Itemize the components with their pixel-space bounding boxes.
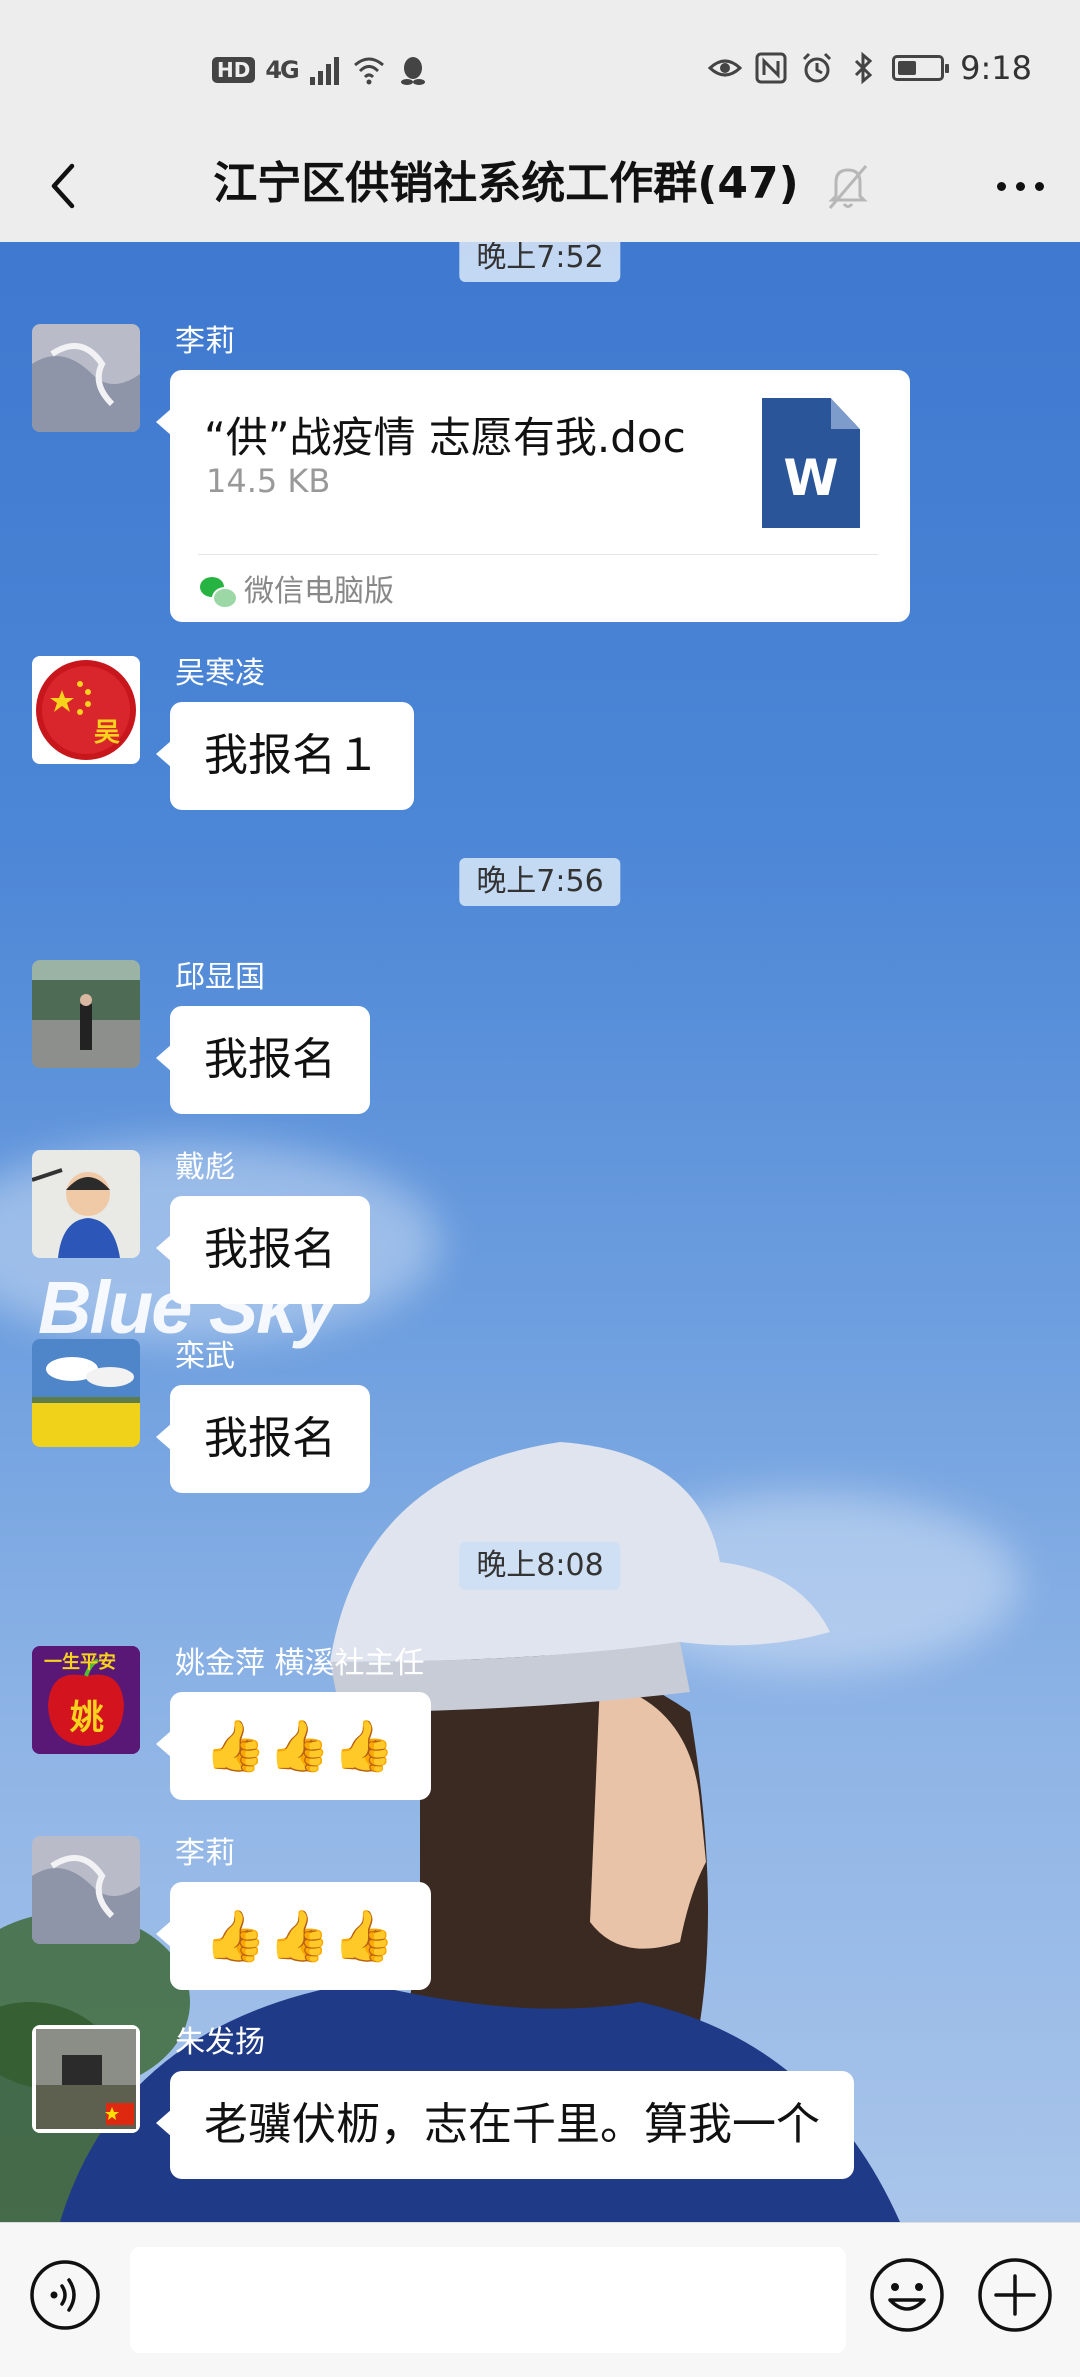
dot-icon bbox=[1015, 181, 1025, 191]
sender-name: 吴寒凌 bbox=[175, 656, 265, 691]
add-more-icon[interactable] bbox=[976, 2256, 1054, 2334]
dot-icon bbox=[1034, 181, 1044, 191]
timestamp: 晚上8:08 bbox=[459, 1542, 621, 1590]
chat-title-wrap: 江宁区供销社系统工作群(47) bbox=[0, 146, 1080, 222]
wechat-icon bbox=[200, 577, 238, 609]
message-input-bar bbox=[0, 2222, 1080, 2377]
status-time: 9:18 bbox=[960, 49, 1032, 87]
timestamp: 晚上7:56 bbox=[459, 858, 621, 906]
dot-icon bbox=[996, 181, 1006, 191]
wifi-icon bbox=[353, 57, 384, 85]
file-size: 14.5 KB bbox=[206, 462, 331, 500]
nfc-icon bbox=[755, 52, 787, 84]
word-document-icon: W bbox=[762, 398, 860, 528]
file-message-card[interactable]: “供”战疫情 志愿有我.doc 14.5 KB W 微信电脑版 bbox=[156, 370, 910, 622]
sender-name: 邱显国 bbox=[175, 960, 265, 995]
status-bar: HD 4G 9:18 bbox=[0, 0, 1080, 130]
alarm-icon bbox=[803, 52, 832, 83]
text-bubble[interactable]: 我报名 bbox=[156, 1385, 370, 1493]
bluetooth-icon bbox=[855, 51, 873, 85]
avatar[interactable] bbox=[32, 1836, 140, 1944]
eye-icon bbox=[708, 59, 743, 77]
timestamp: 晚上7:52 bbox=[459, 242, 621, 282]
text-bubble[interactable]: 我报名１ bbox=[156, 702, 414, 810]
muted-bell-icon bbox=[828, 165, 868, 209]
avatar[interactable] bbox=[32, 2025, 140, 2133]
avatar-text: 一生平安 bbox=[44, 1652, 116, 1673]
text-bubble[interactable]: 我报名 bbox=[156, 1006, 370, 1114]
chat-area[interactable]: Blue Sky 晚上7:52 李莉 “供”战疫情 志愿有我.doc 14.5 … bbox=[0, 242, 1080, 2222]
network-type: 4G bbox=[265, 56, 299, 84]
sender-name: 戴彪 bbox=[175, 1150, 235, 1185]
more-options-button[interactable] bbox=[984, 150, 1056, 222]
message-input[interactable] bbox=[130, 2247, 846, 2353]
file-source: 微信电脑版 bbox=[200, 570, 394, 614]
chat-header: 江宁区供销社系统工作群(47) bbox=[0, 130, 1080, 243]
flag-badge-icon bbox=[36, 660, 136, 760]
status-left: HD 4G bbox=[212, 50, 430, 90]
sender-name: 姚金萍 横溪社主任 bbox=[175, 1646, 425, 1681]
qq-icon bbox=[400, 57, 425, 85]
avatar[interactable] bbox=[32, 324, 140, 432]
emoji-icon[interactable] bbox=[868, 2256, 946, 2334]
voice-input-icon[interactable] bbox=[28, 2258, 102, 2332]
avatar[interactable] bbox=[32, 1339, 140, 1447]
text-bubble[interactable]: 老骥伏枥，志在千里。算我一个 bbox=[156, 2071, 854, 2179]
text-bubble[interactable]: 我报名 bbox=[156, 1196, 370, 1304]
file-source-label: 微信电脑版 bbox=[244, 574, 394, 609]
sender-name: 李莉 bbox=[175, 324, 235, 359]
chat-title: 江宁区供销社系统工作群(47) bbox=[213, 158, 799, 209]
avatar-char: 姚 bbox=[70, 1698, 104, 1738]
battery-level bbox=[898, 61, 917, 75]
avatar[interactable]: 一生平安 姚 bbox=[32, 1646, 140, 1754]
avatar[interactable] bbox=[32, 1150, 140, 1258]
sender-name: 朱发扬 bbox=[175, 2025, 265, 2060]
text-bubble[interactable]: 👍👍👍 bbox=[156, 1692, 431, 1800]
hd-badge: HD bbox=[212, 57, 256, 83]
text-bubble[interactable]: 👍👍👍 bbox=[156, 1882, 431, 1990]
file-name: “供”战疫情 志愿有我.doc bbox=[204, 413, 686, 462]
sender-name: 李莉 bbox=[175, 1836, 235, 1871]
sender-name: 栾武 bbox=[175, 1339, 235, 1374]
avatar[interactable]: 吴 bbox=[32, 656, 140, 764]
status-right: 9:18 bbox=[708, 48, 1032, 88]
divider bbox=[198, 554, 878, 555]
battery-icon bbox=[892, 55, 950, 81]
avatar-text: 吴 bbox=[94, 718, 121, 748]
avatar[interactable] bbox=[32, 960, 140, 1068]
signal-icon bbox=[309, 57, 339, 85]
